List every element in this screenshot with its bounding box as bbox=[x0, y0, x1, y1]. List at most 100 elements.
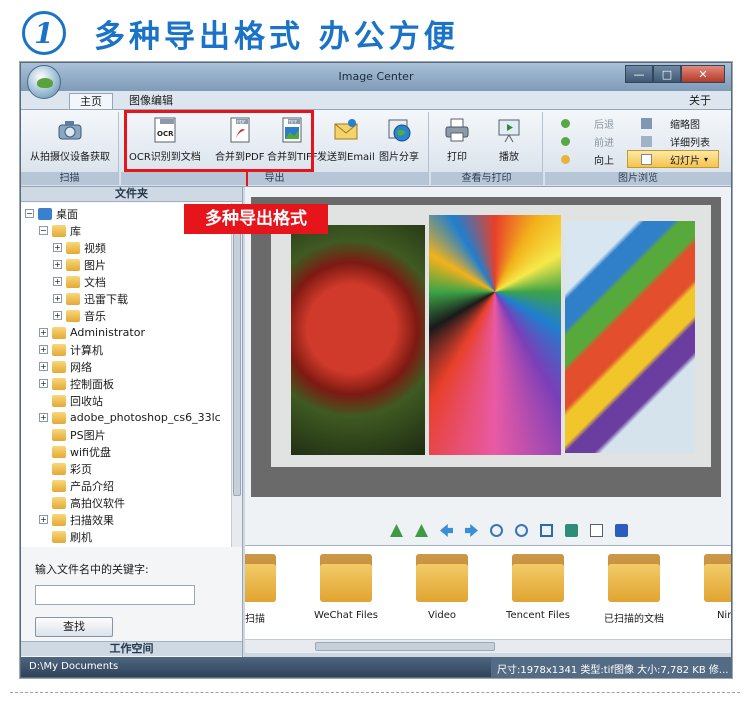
expand-toggle-icon[interactable]: + bbox=[53, 311, 62, 320]
close-button[interactable]: ✕ bbox=[681, 65, 725, 83]
thumbnail-item[interactable]: Video bbox=[397, 554, 487, 621]
tree-item[interactable]: + 网络 bbox=[39, 358, 92, 375]
thumbnail-item[interactable]: WeChat Files bbox=[301, 554, 391, 621]
folder-icon bbox=[52, 496, 66, 509]
up-button[interactable]: 向上 bbox=[561, 152, 614, 167]
expand-toggle-icon[interactable]: + bbox=[39, 328, 48, 337]
expand-toggle-icon[interactable]: + bbox=[39, 345, 48, 354]
window-controls: — □ ✕ bbox=[625, 65, 725, 83]
thumbnail-strip[interactable]: 的扫描 WeChat Files Video Tencent Files 已扫描的文档 N… bbox=[245, 545, 731, 639]
tree-item[interactable]: 产品介绍 bbox=[39, 477, 114, 494]
next-image-icon[interactable] bbox=[465, 524, 478, 537]
tab-home[interactable]: 主页 bbox=[69, 93, 113, 109]
expand-toggle-icon[interactable]: + bbox=[39, 379, 48, 388]
send-email-button[interactable]: 发送到Email bbox=[317, 116, 375, 163]
slideshow-label: 幻灯片 bbox=[670, 155, 700, 167]
tab-image-edit[interactable]: 图像编辑 bbox=[119, 93, 183, 109]
thumbnail-item[interactable]: Tencent Files bbox=[493, 554, 583, 621]
expand-toggle-icon[interactable]: + bbox=[53, 294, 62, 303]
thumbnail-item[interactable]: Nimo bbox=[685, 554, 731, 621]
folder-icon bbox=[704, 554, 731, 602]
minimize-button[interactable]: — bbox=[625, 65, 653, 83]
tab-about[interactable]: 关于 bbox=[679, 93, 721, 109]
tree-item[interactable]: + 迅雷下载 bbox=[53, 290, 128, 307]
tree-item[interactable]: + adobe_photoshop_cs6_33lc bbox=[39, 409, 221, 426]
scrollbar-thumb[interactable] bbox=[233, 231, 241, 496]
collapse-toggle-icon[interactable]: − bbox=[25, 209, 34, 218]
tree-item-label: 库 bbox=[70, 224, 81, 238]
previous-image-icon[interactable] bbox=[440, 524, 453, 537]
scrollbar-thumb[interactable] bbox=[315, 642, 495, 651]
tree-item[interactable]: + 图片 bbox=[53, 256, 106, 273]
capture-device-button[interactable]: 从拍摄仪设备获取 bbox=[23, 116, 117, 163]
tree-item[interactable]: + Administrator bbox=[39, 324, 145, 341]
thumbnail-item[interactable]: 的扫描 bbox=[245, 554, 295, 625]
slideshow-view-button[interactable]: 幻灯片 ▾ bbox=[627, 150, 719, 168]
thumbnail-label: Nimo bbox=[716, 610, 731, 621]
tree-item[interactable]: wifi优盘 bbox=[39, 443, 111, 460]
word-export-icon[interactable] bbox=[615, 524, 628, 537]
find-button[interactable]: 查找 bbox=[35, 617, 113, 637]
rotate-left-icon[interactable] bbox=[390, 524, 403, 537]
expand-toggle-icon[interactable]: + bbox=[39, 413, 48, 422]
back-button[interactable]: 后退 bbox=[561, 116, 614, 131]
share-image-button[interactable]: 图片分享 bbox=[379, 116, 419, 163]
tree-item[interactable]: − 桌面 bbox=[25, 205, 78, 222]
folder-tree[interactable]: − 桌面 − 库 + 视频 + 图片 + 文档 + 迅雷下载 + 音乐 + Administrator + 计算机… bbox=[21, 203, 231, 547]
expand-toggle-icon bbox=[39, 464, 48, 473]
expand-toggle-icon[interactable]: + bbox=[39, 362, 48, 371]
details-view-button[interactable]: 详细列表 bbox=[641, 134, 710, 149]
tree-item[interactable]: 刷机 bbox=[39, 528, 92, 545]
tree-item[interactable]: − 库 bbox=[39, 222, 81, 239]
expand-toggle-icon[interactable]: + bbox=[53, 277, 62, 286]
expand-toggle-icon[interactable]: + bbox=[39, 515, 48, 524]
tree-item[interactable]: 高拍仪软件 bbox=[39, 494, 125, 511]
export-callout-label: 多种导出格式 bbox=[184, 204, 328, 234]
tree-item[interactable]: 回收站 bbox=[39, 392, 103, 409]
folder-icon bbox=[416, 554, 468, 602]
properties-icon[interactable] bbox=[590, 524, 603, 537]
maximize-button[interactable]: □ bbox=[653, 65, 681, 83]
fit-window-icon[interactable] bbox=[540, 524, 553, 537]
play-button[interactable]: 播放 bbox=[495, 116, 523, 163]
forward-button[interactable]: 前进 bbox=[561, 134, 614, 149]
collapse-toggle-icon[interactable]: − bbox=[39, 226, 48, 235]
back-arrow-icon bbox=[561, 119, 570, 128]
expand-toggle-icon[interactable]: + bbox=[53, 260, 62, 269]
title-bar[interactable]: Image Center — □ ✕ bbox=[21, 63, 731, 91]
thumbnail-item[interactable]: 已扫描的文档 bbox=[589, 554, 679, 625]
zoom-in-icon[interactable] bbox=[490, 524, 503, 537]
up-label: 向上 bbox=[594, 156, 614, 167]
ribbon-tabs: 主页 图像编辑 关于 bbox=[21, 91, 731, 109]
search-label: 输入文件名中的关键字: bbox=[35, 563, 149, 576]
tree-item[interactable]: + 控制面板 bbox=[39, 375, 114, 392]
thumbnail-scrollbar[interactable] bbox=[245, 639, 731, 653]
rotate-right-icon[interactable] bbox=[415, 524, 428, 537]
tree-item[interactable]: + 计算机 bbox=[39, 341, 103, 358]
search-input[interactable] bbox=[35, 585, 195, 605]
image-preview[interactable] bbox=[245, 187, 731, 515]
tree-item[interactable]: PS图片 bbox=[39, 426, 106, 443]
folder-icon bbox=[66, 258, 80, 271]
folder-icon bbox=[66, 241, 80, 254]
thumbnail-label: Tencent Files bbox=[506, 610, 570, 621]
app-menu-orb-icon[interactable] bbox=[27, 65, 61, 99]
tree-item[interactable]: + 扫描效果 bbox=[39, 511, 114, 528]
preview-photo bbox=[251, 197, 721, 497]
tree-item-label: adobe_photoshop_cs6_33lc bbox=[70, 411, 221, 424]
section-divider bbox=[10, 692, 740, 693]
expand-toggle-icon[interactable]: + bbox=[53, 243, 62, 252]
printer-icon bbox=[443, 116, 471, 144]
tree-item[interactable]: 彩页 bbox=[39, 460, 92, 477]
actual-size-icon[interactable] bbox=[565, 524, 578, 537]
zoom-out-icon[interactable] bbox=[515, 524, 528, 537]
print-button[interactable]: 打印 bbox=[443, 116, 471, 163]
slideshow-icon bbox=[641, 153, 652, 165]
tree-item[interactable]: + 视频 bbox=[53, 239, 106, 256]
folder-tree-scrollbar[interactable] bbox=[231, 203, 242, 547]
thumbnail-view-button[interactable]: 缩略图 bbox=[641, 116, 700, 131]
tree-item[interactable]: + 音乐 bbox=[53, 307, 106, 324]
workspace-header[interactable]: 工作空间 bbox=[21, 641, 242, 656]
tree-item[interactable]: + 文档 bbox=[53, 273, 106, 290]
folder-icon bbox=[52, 462, 66, 475]
